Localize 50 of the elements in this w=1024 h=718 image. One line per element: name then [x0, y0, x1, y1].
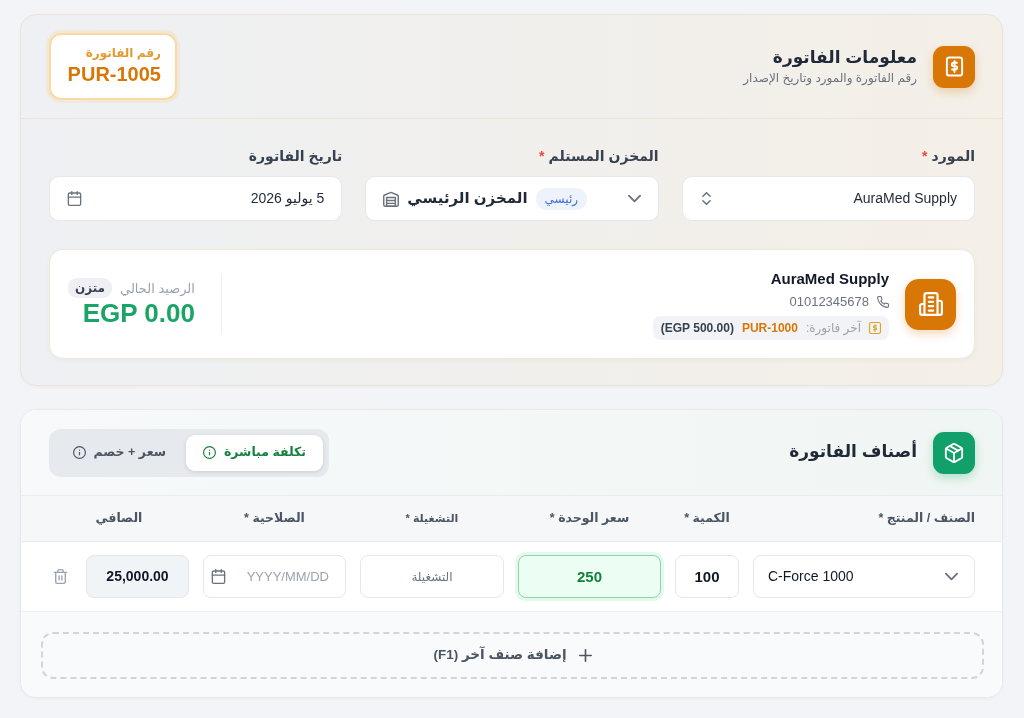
- dollar-icon: [869, 321, 881, 334]
- phone-icon: [877, 295, 889, 308]
- unit-price-input[interactable]: 250: [518, 555, 661, 598]
- field-label: المخزن المستلم *: [539, 147, 659, 166]
- calendar-icon: [211, 569, 226, 584]
- calendar-icon: [67, 191, 82, 206]
- mode-tab[interactable]: سعر + خصم: [56, 434, 182, 471]
- last-invoice-label: آخر فاتورة:: [805, 319, 861, 337]
- plus-icon: [578, 649, 592, 662]
- column-header: سعر الوحدة *: [548, 510, 631, 528]
- expiry-date-input[interactable]: YYYY/MM/DD: [203, 555, 346, 598]
- section-subtitle: رقم الفاتورة والمورد وتاريخ الإصدار: [743, 69, 917, 87]
- info-icon: [202, 446, 216, 459]
- field-label: تاريخ الفاتورة: [248, 147, 343, 166]
- balance-amount: EGP 0.00: [82, 298, 195, 330]
- column-header: الصلاحية *: [243, 510, 306, 528]
- supplier-select[interactable]: AuraMed Supply: [681, 176, 975, 221]
- phone-number: 01012345678: [789, 293, 869, 311]
- quantity-input[interactable]: 100: [675, 555, 739, 598]
- column-header: الصافي: [94, 510, 144, 528]
- trash-icon[interactable]: [53, 569, 68, 584]
- invoice-number-label: رقم الفاتورة: [85, 46, 161, 62]
- receipt-icon: [933, 45, 975, 88]
- supplier-name: AuraMed Supply: [770, 268, 889, 288]
- last-invoice-amount: (EGP 500.00): [660, 319, 734, 337]
- chevron-down-icon: [627, 192, 641, 205]
- product-select[interactable]: C-Force 1000: [753, 555, 975, 598]
- last-invoice-number: PUR-1000: [741, 319, 798, 337]
- package-icon: [933, 431, 975, 474]
- chevron-down-icon: [945, 570, 958, 583]
- info-icon: [72, 446, 86, 459]
- date-field[interactable]: 5 يوليو 2026: [49, 176, 343, 221]
- column-header: التشغيلة *: [404, 511, 460, 527]
- field-label: المورد *: [922, 147, 975, 166]
- chevrons-up-down-icon: [699, 192, 713, 205]
- section-title: معلومات الفاتورة: [772, 46, 917, 69]
- building-icon: [905, 278, 956, 330]
- balance-label: الرصيد الحالي: [120, 279, 195, 298]
- warehouse-select[interactable]: رئيسي المخزن الرئيسي: [365, 176, 659, 221]
- column-header: الصنف / المنتج *: [877, 510, 975, 528]
- add-item-button[interactable]: إضافة صنف آخر (F1): [41, 632, 984, 679]
- batch-input[interactable]: التشغيلة: [360, 555, 504, 598]
- warehouse-badge: رئيسي: [535, 187, 588, 210]
- warehouse-icon: [383, 190, 400, 207]
- mode-tab[interactable]: تكلفة مباشرة: [186, 434, 323, 471]
- balance-status-badge: متزن: [68, 278, 113, 299]
- invoice-number: PUR-1005: [67, 61, 161, 87]
- column-header: الكمية *: [683, 510, 731, 528]
- section-title: أصناف الفاتورة: [789, 441, 917, 464]
- net-total: 25,000.00: [86, 555, 189, 598]
